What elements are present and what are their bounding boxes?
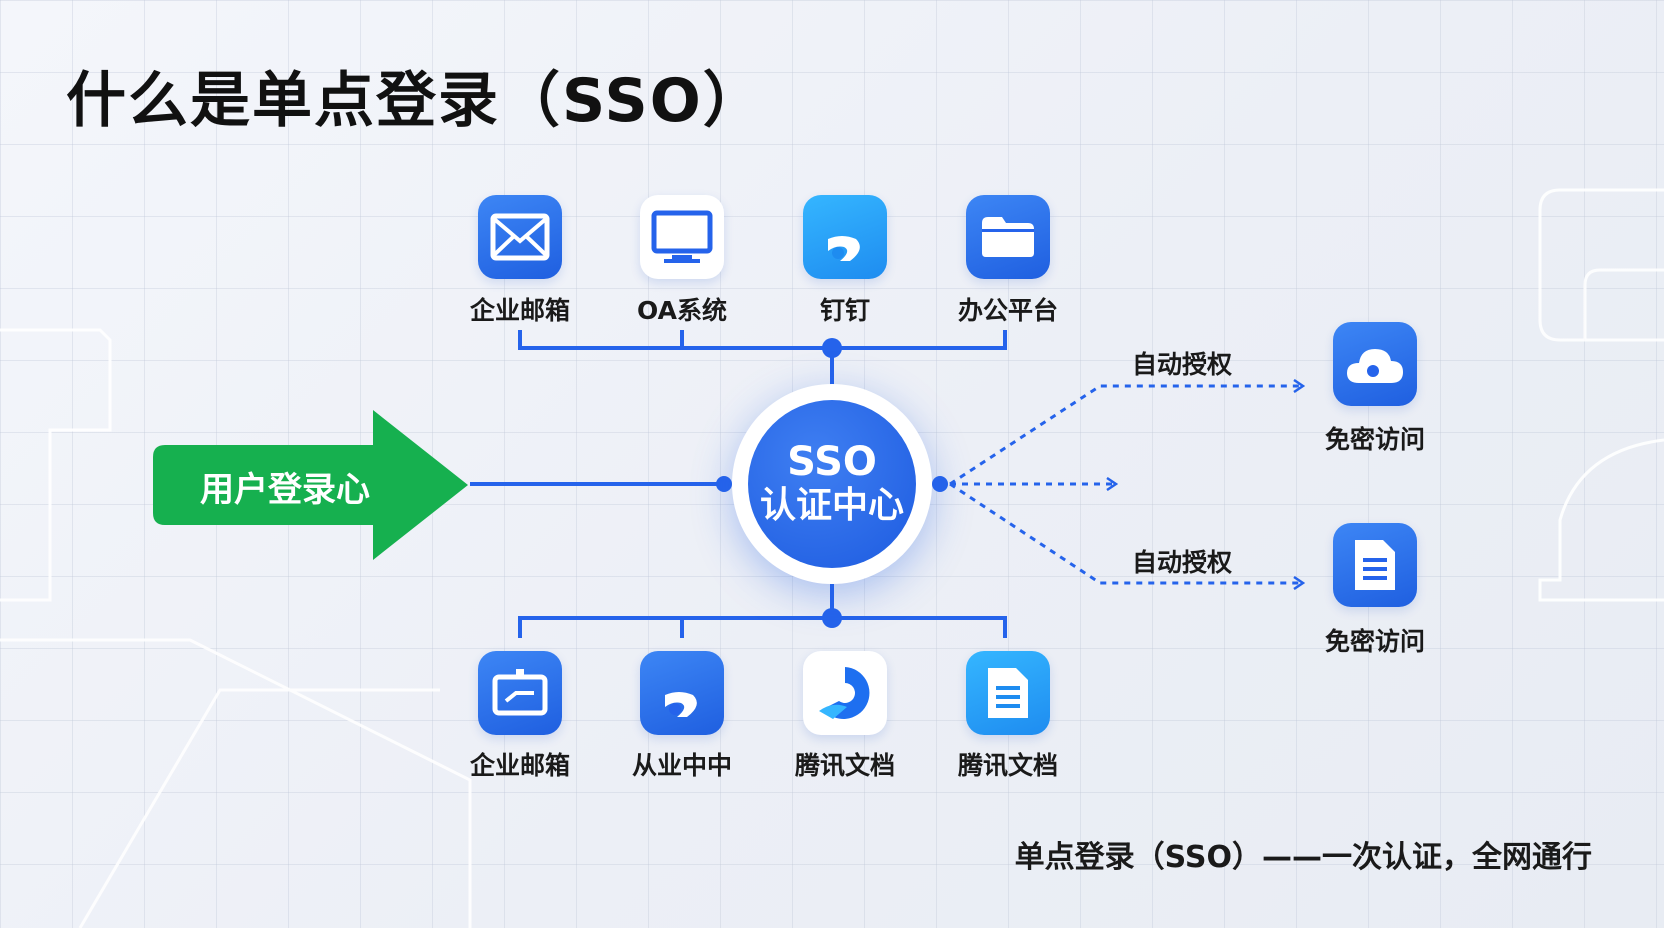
bottom-bus bbox=[518, 584, 1007, 638]
document-icon bbox=[966, 651, 1050, 735]
sso-auth-center: SSO 认证中心 bbox=[732, 384, 932, 584]
top-junction-dot bbox=[822, 338, 842, 358]
dingtalk-icon bbox=[803, 195, 887, 279]
auth-link-upper bbox=[949, 386, 1302, 486]
top-bus bbox=[518, 330, 1007, 386]
bottom-app-label: 腾讯文档 bbox=[957, 751, 1058, 780]
auto-auth-label: 自动授权 bbox=[1132, 548, 1233, 577]
auth-link-lower bbox=[949, 482, 1302, 583]
mail-icon bbox=[478, 195, 562, 279]
monitor-icon bbox=[640, 195, 724, 279]
top-app-label: 办公平台 bbox=[957, 296, 1058, 325]
dingtalk-icon bbox=[640, 651, 724, 735]
free-access-label: 免密访问 bbox=[1324, 425, 1425, 454]
bottom-app-label: 企业邮箱 bbox=[469, 751, 570, 780]
footer-caption: 单点登录（SSO）——一次认证，全网通行 bbox=[1014, 840, 1592, 875]
hub-right-dot bbox=[932, 476, 948, 492]
hub-subtitle: 认证中心 bbox=[759, 485, 904, 526]
hub-left-dot bbox=[716, 476, 732, 492]
free-access-label: 免密访问 bbox=[1324, 627, 1425, 656]
tencent-docs-icon bbox=[803, 651, 887, 735]
document-icon bbox=[1333, 523, 1417, 607]
board-icon bbox=[478, 651, 562, 735]
bottom-junction-dot bbox=[822, 608, 842, 628]
auto-auth-label: 自动授权 bbox=[1132, 350, 1233, 379]
top-app-label: 企业邮箱 bbox=[469, 296, 570, 325]
hub-title: SSO bbox=[787, 439, 877, 485]
bottom-app-label: 腾讯文档 bbox=[794, 751, 895, 780]
top-app-label: OA系统 bbox=[637, 296, 727, 325]
top-app-label: 钉钉 bbox=[819, 296, 870, 325]
bottom-app-label: 从业中中 bbox=[631, 751, 732, 780]
cloud-icon bbox=[1333, 322, 1417, 406]
user-login-label: 用户登录心 bbox=[200, 470, 370, 510]
folder-icon bbox=[966, 195, 1050, 279]
